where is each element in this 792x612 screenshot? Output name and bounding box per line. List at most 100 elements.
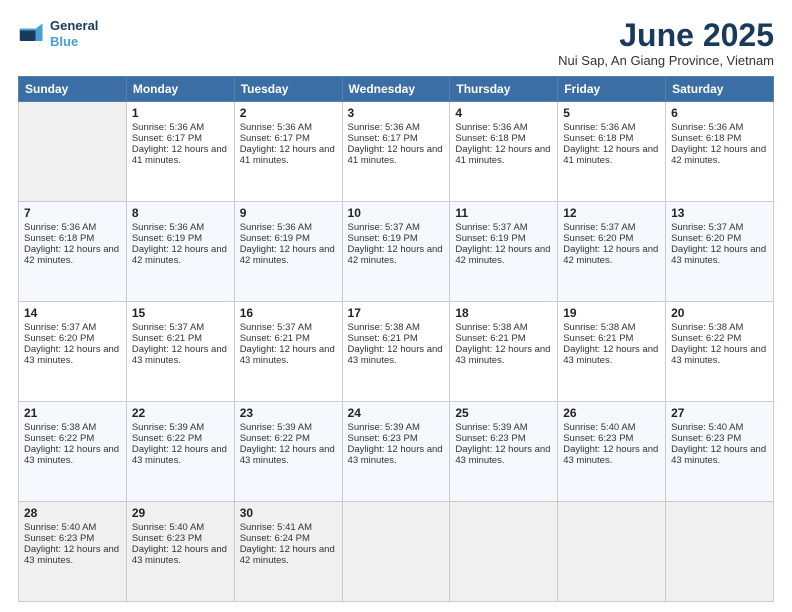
calendar-cell: 5Sunrise: 5:36 AMSunset: 6:18 PMDaylight… <box>558 102 666 202</box>
calendar-cell: 20Sunrise: 5:38 AMSunset: 6:22 PMDayligh… <box>666 302 774 402</box>
daylight-text: Daylight: 12 hours and 42 minutes. <box>240 544 337 566</box>
day-number: 14 <box>24 306 121 320</box>
sunrise-text: Sunrise: 5:36 AM <box>132 222 229 233</box>
daylight-text: Daylight: 12 hours and 43 minutes. <box>240 344 337 366</box>
sunrise-text: Sunrise: 5:37 AM <box>348 222 445 233</box>
daylight-text: Daylight: 12 hours and 43 minutes. <box>24 344 121 366</box>
daylight-text: Daylight: 12 hours and 43 minutes. <box>24 444 121 466</box>
day-number: 4 <box>455 106 552 120</box>
sunset-text: Sunset: 6:20 PM <box>671 233 768 244</box>
calendar-cell: 9 Sunrise: 5:36 AMSunset: 6:19 PMDaylight… <box>234 202 342 302</box>
sunrise-text: Sunrise: 5:37 AM <box>240 322 337 333</box>
sunset-text: Sunset: 6:20 PM <box>24 333 121 344</box>
calendar-cell <box>342 502 450 602</box>
sunrise-text: Sunrise: 5:41 AM <box>240 522 337 533</box>
sunset-text: Sunset: 6:23 PM <box>348 433 445 444</box>
day-number: 9 <box>240 206 337 220</box>
calendar-cell: 29Sunrise: 5:40 AMSunset: 6:23 PMDayligh… <box>126 502 234 602</box>
day-number: 1 <box>132 106 229 120</box>
sunset-text: Sunset: 6:21 PM <box>348 333 445 344</box>
calendar-cell: 22Sunrise: 5:39 AMSunset: 6:22 PMDayligh… <box>126 402 234 502</box>
sunrise-text: Sunrise: 5:40 AM <box>671 422 768 433</box>
sunrise-text: Sunrise: 5:36 AM <box>240 122 337 133</box>
sunrise-text: Sunrise: 5:37 AM <box>563 222 660 233</box>
sunset-text: Sunset: 6:19 PM <box>132 233 229 244</box>
day-number: 12 <box>563 206 660 220</box>
sunrise-text: Sunrise: 5:38 AM <box>563 322 660 333</box>
daylight-text: Daylight: 12 hours and 43 minutes. <box>671 244 768 266</box>
calendar-cell: 13Sunrise: 5:37 AMSunset: 6:20 PMDayligh… <box>666 202 774 302</box>
col-header-saturday: Saturday <box>666 77 774 102</box>
col-header-tuesday: Tuesday <box>234 77 342 102</box>
day-number: 17 <box>348 306 445 320</box>
day-number: 15 <box>132 306 229 320</box>
daylight-text: Daylight: 12 hours and 41 minutes. <box>348 144 445 166</box>
calendar-cell: 18Sunrise: 5:38 AMSunset: 6:21 PMDayligh… <box>450 302 558 402</box>
day-number: 11 <box>455 206 552 220</box>
logo: General Blue <box>18 18 98 49</box>
calendar-cell: 12Sunrise: 5:37 AMSunset: 6:20 PMDayligh… <box>558 202 666 302</box>
sunset-text: Sunset: 6:18 PM <box>455 133 552 144</box>
day-number: 22 <box>132 406 229 420</box>
calendar: SundayMondayTuesdayWednesdayThursdayFrid… <box>18 76 774 602</box>
sunrise-text: Sunrise: 5:36 AM <box>563 122 660 133</box>
daylight-text: Daylight: 12 hours and 43 minutes. <box>671 344 768 366</box>
daylight-text: Daylight: 12 hours and 42 minutes. <box>455 244 552 266</box>
sunrise-text: Sunrise: 5:39 AM <box>455 422 552 433</box>
week-row-5: 28Sunrise: 5:40 AMSunset: 6:23 PMDayligh… <box>19 502 774 602</box>
daylight-text: Daylight: 12 hours and 42 minutes. <box>240 244 337 266</box>
calendar-cell: 19Sunrise: 5:38 AMSunset: 6:21 PMDayligh… <box>558 302 666 402</box>
sunrise-text: Sunrise: 5:40 AM <box>132 522 229 533</box>
logo-text: General Blue <box>50 18 98 49</box>
day-number: 23 <box>240 406 337 420</box>
sunrise-text: Sunrise: 5:36 AM <box>671 122 768 133</box>
calendar-cell: 17Sunrise: 5:38 AMSunset: 6:21 PMDayligh… <box>342 302 450 402</box>
daylight-text: Daylight: 12 hours and 43 minutes. <box>455 344 552 366</box>
calendar-cell: 11Sunrise: 5:37 AMSunset: 6:19 PMDayligh… <box>450 202 558 302</box>
daylight-text: Daylight: 12 hours and 41 minutes. <box>240 144 337 166</box>
daylight-text: Daylight: 12 hours and 41 minutes. <box>132 144 229 166</box>
title-block: June 2025 Nui Sap, An Giang Province, Vi… <box>558 18 774 68</box>
sunset-text: Sunset: 6:17 PM <box>348 133 445 144</box>
sunrise-text: Sunrise: 5:39 AM <box>132 422 229 433</box>
calendar-cell: 28Sunrise: 5:40 AMSunset: 6:23 PMDayligh… <box>19 502 127 602</box>
daylight-text: Daylight: 12 hours and 42 minutes. <box>132 244 229 266</box>
daylight-text: Daylight: 12 hours and 43 minutes. <box>24 544 121 566</box>
calendar-cell: 15Sunrise: 5:37 AMSunset: 6:21 PMDayligh… <box>126 302 234 402</box>
day-number: 26 <box>563 406 660 420</box>
day-number: 30 <box>240 506 337 520</box>
sunset-text: Sunset: 6:23 PM <box>563 433 660 444</box>
daylight-text: Daylight: 12 hours and 42 minutes. <box>24 244 121 266</box>
sunrise-text: Sunrise: 5:36 AM <box>24 222 121 233</box>
day-number: 6 <box>671 106 768 120</box>
page: General Blue June 2025 Nui Sap, An Giang… <box>0 0 792 612</box>
calendar-cell: 14Sunrise: 5:37 AMSunset: 6:20 PMDayligh… <box>19 302 127 402</box>
day-number: 16 <box>240 306 337 320</box>
calendar-cell: 25Sunrise: 5:39 AMSunset: 6:23 PMDayligh… <box>450 402 558 502</box>
daylight-text: Daylight: 12 hours and 42 minutes. <box>348 244 445 266</box>
col-header-wednesday: Wednesday <box>342 77 450 102</box>
week-row-2: 7Sunrise: 5:36 AMSunset: 6:18 PMDaylight… <box>19 202 774 302</box>
calendar-cell: 23Sunrise: 5:39 AMSunset: 6:22 PMDayligh… <box>234 402 342 502</box>
day-number: 29 <box>132 506 229 520</box>
col-header-thursday: Thursday <box>450 77 558 102</box>
day-number: 10 <box>348 206 445 220</box>
sunset-text: Sunset: 6:21 PM <box>132 333 229 344</box>
sunrise-text: Sunrise: 5:36 AM <box>240 222 337 233</box>
sunset-text: Sunset: 6:23 PM <box>671 433 768 444</box>
daylight-text: Daylight: 12 hours and 43 minutes. <box>348 344 445 366</box>
sunrise-text: Sunrise: 5:37 AM <box>671 222 768 233</box>
calendar-cell: 4Sunrise: 5:36 AMSunset: 6:18 PMDaylight… <box>450 102 558 202</box>
sunset-text: Sunset: 6:18 PM <box>563 133 660 144</box>
daylight-text: Daylight: 12 hours and 43 minutes. <box>348 444 445 466</box>
sunset-text: Sunset: 6:19 PM <box>240 233 337 244</box>
sunset-text: Sunset: 6:22 PM <box>240 433 337 444</box>
day-number: 5 <box>563 106 660 120</box>
sunrise-text: Sunrise: 5:38 AM <box>455 322 552 333</box>
sunset-text: Sunset: 6:21 PM <box>563 333 660 344</box>
daylight-text: Daylight: 12 hours and 42 minutes. <box>671 144 768 166</box>
sunset-text: Sunset: 6:23 PM <box>455 433 552 444</box>
sunrise-text: Sunrise: 5:36 AM <box>348 122 445 133</box>
calendar-cell: 16Sunrise: 5:37 AMSunset: 6:21 PMDayligh… <box>234 302 342 402</box>
sunset-text: Sunset: 6:23 PM <box>132 533 229 544</box>
